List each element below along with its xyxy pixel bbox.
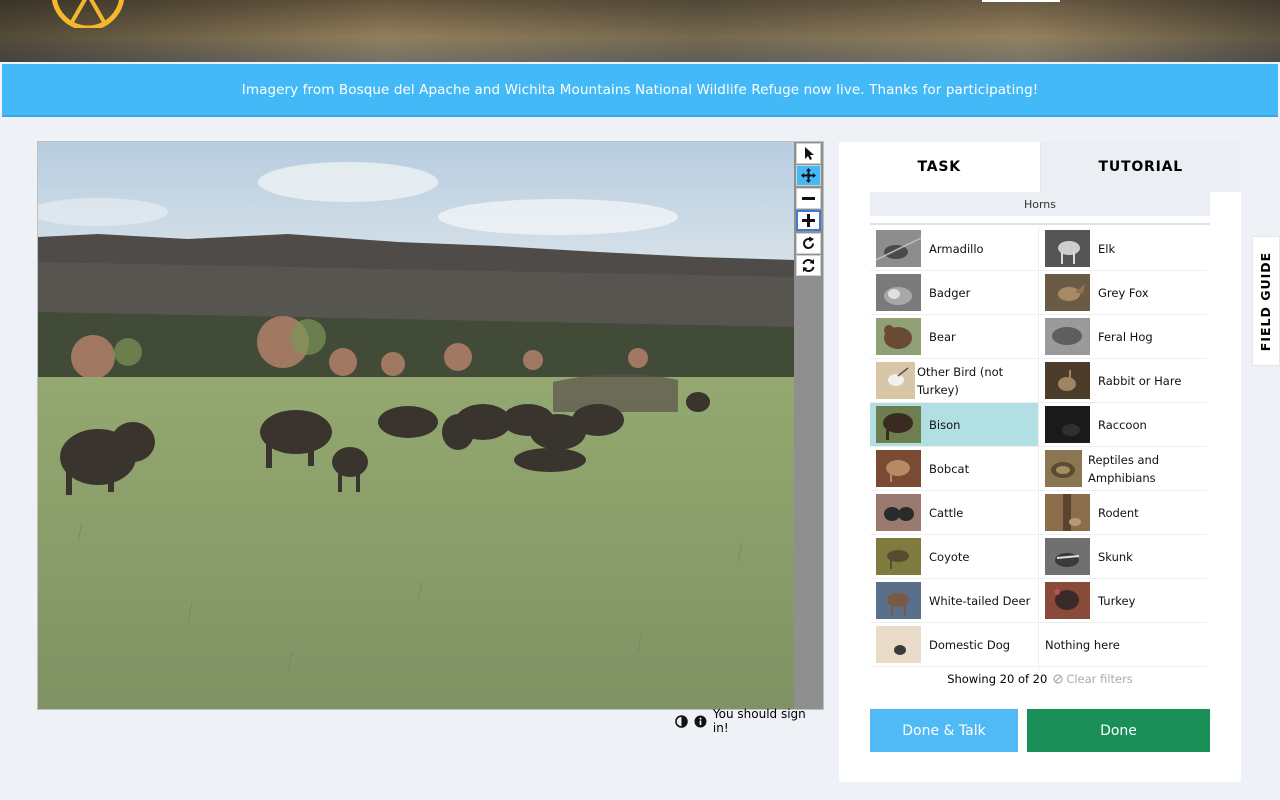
announcement-banner: Imagery from Bosque del Apache and Wichi… bbox=[2, 64, 1278, 117]
header-banner bbox=[0, 0, 1280, 62]
zoom-out-button[interactable] bbox=[796, 188, 821, 209]
species-other-bird[interactable]: Other Bird (not Turkey) bbox=[870, 359, 1038, 403]
species-reptiles[interactable]: Reptiles and Amphibians bbox=[1039, 447, 1207, 491]
viewer-toolbar bbox=[794, 142, 823, 709]
species-label: Rabbit or Hare bbox=[1098, 373, 1182, 388]
elk-thumbnail bbox=[1045, 230, 1090, 267]
species-label: White-tailed Deer bbox=[929, 593, 1031, 608]
task-panel: TASK TUTORIAL Horns Armadillo Elk Badger… bbox=[839, 142, 1241, 782]
species-label: Turkey bbox=[1098, 593, 1136, 608]
feral-hog-thumbnail bbox=[1045, 318, 1090, 355]
done-button[interactable]: Done bbox=[1027, 709, 1210, 752]
species-raccoon[interactable]: Raccoon bbox=[1039, 403, 1207, 447]
species-nothing-here[interactable]: Nothing here bbox=[1039, 623, 1207, 667]
raccoon-thumbnail bbox=[1045, 406, 1090, 443]
turkey-thumbnail bbox=[1045, 582, 1090, 619]
sign-in-message[interactable]: You should sign in! bbox=[713, 707, 825, 735]
announcement-text: Imagery from Bosque del Apache and Wichi… bbox=[241, 81, 1039, 98]
species-label: Bison bbox=[929, 417, 961, 432]
clear-filters-link[interactable]: Clear filters bbox=[1053, 672, 1133, 686]
contrast-icon[interactable] bbox=[675, 714, 688, 728]
rotate-button[interactable] bbox=[796, 233, 821, 254]
bison-thumbnail bbox=[876, 406, 921, 443]
species-label: Domestic Dog bbox=[929, 637, 1011, 652]
species-label: Badger bbox=[929, 285, 971, 300]
field-guide-label: FIELD GUIDE bbox=[1258, 251, 1274, 351]
reptile-thumbnail bbox=[1045, 450, 1082, 487]
species-bobcat[interactable]: Bobcat bbox=[870, 447, 1038, 491]
species-rodent[interactable]: Rodent bbox=[1039, 491, 1207, 535]
filter-horns[interactable]: Horns bbox=[870, 192, 1210, 216]
species-label: Nothing here bbox=[1045, 637, 1120, 652]
rabbit-thumbnail bbox=[1045, 362, 1090, 399]
filter-divider bbox=[870, 223, 1210, 225]
species-turkey[interactable]: Turkey bbox=[1039, 579, 1207, 623]
ban-icon bbox=[1053, 674, 1063, 684]
coyote-thumbnail bbox=[876, 538, 921, 575]
species-label: Armadillo bbox=[929, 241, 984, 256]
info-icon[interactable] bbox=[694, 715, 707, 728]
header-menu-indicator[interactable] bbox=[982, 0, 1060, 2]
bear-thumbnail bbox=[876, 318, 921, 355]
move-icon bbox=[801, 168, 816, 183]
species-label: Rodent bbox=[1098, 505, 1139, 520]
species-armadillo[interactable]: Armadillo bbox=[870, 227, 1038, 271]
species-bison[interactable]: Bison bbox=[870, 403, 1038, 447]
species-label: Grey Fox bbox=[1098, 285, 1149, 300]
showing-text: Showing 20 of 20 bbox=[947, 672, 1048, 686]
clear-filters-label: Clear filters bbox=[1066, 672, 1133, 686]
species-badger[interactable]: Badger bbox=[870, 271, 1038, 315]
pointer-icon bbox=[805, 147, 814, 160]
logo-icon[interactable] bbox=[48, 0, 128, 28]
species-label: Bear bbox=[929, 329, 956, 344]
species-label: Raccoon bbox=[1098, 417, 1147, 432]
bird-thumbnail bbox=[876, 362, 915, 399]
showing-count: Showing 20 of 20 Clear filters bbox=[870, 670, 1210, 688]
image-viewer[interactable] bbox=[37, 141, 824, 710]
zoom-out-icon bbox=[802, 197, 815, 200]
done-and-talk-button[interactable]: Done & Talk bbox=[870, 709, 1018, 752]
armadillo-thumbnail bbox=[876, 230, 921, 267]
header-background bbox=[0, 0, 1280, 62]
species-label: Other Bird (not Turkey) bbox=[917, 364, 1004, 397]
species-rabbit-or-hare[interactable]: Rabbit or Hare bbox=[1039, 359, 1207, 403]
rotate-icon bbox=[803, 236, 815, 250]
zoom-in-icon bbox=[802, 214, 815, 227]
cattle-thumbnail bbox=[876, 494, 921, 531]
species-coyote[interactable]: Coyote bbox=[870, 535, 1038, 579]
move-tool-button[interactable] bbox=[796, 165, 821, 186]
panel-tabs: TASK TUTORIAL bbox=[839, 142, 1241, 192]
rodent-thumbnail bbox=[1045, 494, 1090, 531]
species-elk[interactable]: Elk bbox=[1039, 227, 1207, 271]
reset-icon bbox=[802, 258, 815, 273]
species-label: Skunk bbox=[1098, 549, 1133, 564]
reset-button[interactable] bbox=[796, 255, 821, 276]
deer-thumbnail bbox=[876, 582, 921, 619]
badger-thumbnail bbox=[876, 274, 921, 311]
camera-trap-image[interactable] bbox=[38, 142, 795, 709]
tab-task[interactable]: TASK bbox=[839, 142, 1040, 192]
species-label: Coyote bbox=[929, 549, 970, 564]
species-bear[interactable]: Bear bbox=[870, 315, 1038, 359]
species-label: Cattle bbox=[929, 505, 964, 520]
species-cattle[interactable]: Cattle bbox=[870, 491, 1038, 535]
tab-tutorial[interactable]: TUTORIAL bbox=[1039, 142, 1241, 192]
field-guide-tab[interactable]: FIELD GUIDE bbox=[1252, 236, 1280, 366]
species-skunk[interactable]: Skunk bbox=[1039, 535, 1207, 579]
grey-fox-thumbnail bbox=[1045, 274, 1090, 311]
species-label: Feral Hog bbox=[1098, 329, 1153, 344]
species-label: Elk bbox=[1098, 241, 1116, 256]
species-grey-fox[interactable]: Grey Fox bbox=[1039, 271, 1207, 315]
viewer-footer: You should sign in! bbox=[675, 707, 825, 735]
skunk-thumbnail bbox=[1045, 538, 1090, 575]
dog-thumbnail bbox=[876, 626, 921, 663]
bobcat-thumbnail bbox=[876, 450, 921, 487]
species-feral-hog[interactable]: Feral Hog bbox=[1039, 315, 1207, 359]
species-label: Reptiles and Amphibians bbox=[1088, 452, 1160, 485]
species-label: Bobcat bbox=[929, 461, 970, 476]
zoom-in-button[interactable] bbox=[796, 210, 821, 231]
species-domestic-dog[interactable]: Domestic Dog bbox=[870, 623, 1038, 667]
species-white-tailed-deer[interactable]: White-tailed Deer bbox=[870, 579, 1038, 623]
pointer-tool-button[interactable] bbox=[796, 143, 821, 164]
